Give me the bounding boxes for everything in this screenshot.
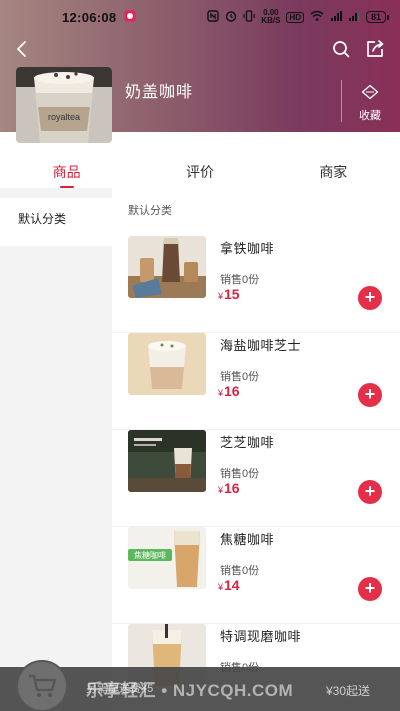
price-currency: ¥: [218, 291, 224, 301]
nfc-icon: [207, 9, 219, 25]
product-list: 默认分类 拿铁咖啡 销售0份 ¥15 + 海盐咖啡芝士 销售0份 ¥16 + 芝…: [112, 188, 400, 711]
product-image-latte: [128, 236, 206, 298]
product-price: ¥15: [218, 286, 240, 302]
add-to-cart-button[interactable]: +: [358, 480, 382, 504]
signal-icon-2: [348, 10, 360, 25]
product-sales: 销售0份: [220, 371, 260, 383]
status-left-icons: [124, 10, 136, 25]
back-icon[interactable]: [12, 38, 34, 60]
wifi-icon: [310, 10, 324, 25]
watermark: 乐享轻汇 • NJYCQH.COM: [86, 681, 294, 700]
add-to-cart-button[interactable]: +: [358, 286, 382, 310]
favorite-button[interactable]: 收藏: [350, 84, 390, 124]
status-bar: 12:06:08 0.00 KB/S HD 81: [0, 0, 400, 34]
net-speed: 0.00 KB/S: [261, 9, 280, 25]
product-item[interactable]: 芝芝咖啡 销售0份 ¥16 +: [112, 430, 400, 527]
store-logo: royaltea: [16, 67, 112, 143]
product-item[interactable]: 焦糖咖啡 焦糖咖啡 销售0份 ¥14 +: [112, 527, 400, 624]
search-icon[interactable]: [330, 38, 352, 60]
tab-products-label: 商品: [52, 164, 81, 180]
status-time: 12:06:08: [62, 9, 117, 25]
product-sales: 销售0份: [220, 565, 260, 577]
hd-badge: HD: [286, 11, 304, 23]
price-currency: ¥: [218, 582, 224, 592]
add-to-cart-button[interactable]: +: [358, 383, 382, 407]
product-image-sea-salt: [128, 333, 206, 395]
product-sales: 销售0份: [220, 468, 260, 480]
price-currency: ¥: [218, 388, 224, 398]
product-price: ¥14: [218, 577, 240, 593]
min-order-text: ¥30起送: [326, 684, 371, 698]
tab-bar: 商品 评价 商家: [0, 152, 400, 188]
status-right-icons: 0.00 KB/S HD 81: [207, 9, 390, 25]
alarm-icon: [225, 10, 237, 25]
tab-reviews-label: 评价: [185, 164, 214, 180]
product-name: 特调现磨咖啡: [220, 629, 302, 644]
category-sidebar: 默认分类: [0, 188, 112, 711]
product-name: 芝芝咖啡: [220, 435, 275, 450]
favorite-divider: [341, 80, 342, 122]
caramel-sticker-text: 焦糖咖啡: [134, 550, 166, 560]
product-name: 焦糖咖啡: [220, 532, 275, 547]
tab-merchant[interactable]: 商家: [267, 152, 400, 188]
tab-reviews[interactable]: 评价: [133, 152, 266, 188]
price-value: 16: [224, 383, 240, 399]
product-price: ¥16: [218, 383, 240, 399]
cart-icon: [27, 673, 57, 704]
cart-button[interactable]: [16, 660, 68, 711]
category-item-default[interactable]: 默认分类: [0, 198, 112, 246]
net-speed-unit: KB/S: [261, 16, 281, 25]
app-notification-icon: [124, 10, 136, 25]
tab-merchant-label: 商家: [319, 164, 348, 180]
top-nav: [0, 34, 400, 64]
product-image-cheese-coffee: [128, 430, 206, 492]
add-to-cart-button[interactable]: +: [358, 577, 382, 601]
logo-cup-text: royaltea: [48, 112, 80, 122]
signal-icon-1: [330, 10, 342, 25]
price-value: 14: [224, 577, 240, 593]
vibrate-icon: [243, 9, 255, 25]
favorite-label: 收藏: [359, 110, 381, 122]
product-item[interactable]: 海盐咖啡芝士 销售0份 ¥16 +: [112, 333, 400, 430]
share-icon[interactable]: [363, 37, 387, 61]
price-value: 16: [224, 480, 240, 496]
product-item[interactable]: 拿铁咖啡 销售0份 ¥15 +: [112, 236, 400, 333]
section-title: 默认分类: [128, 205, 172, 217]
price-value: 15: [224, 286, 240, 302]
product-name: 海盐咖啡芝士: [220, 338, 302, 353]
favorite-icon: [361, 84, 379, 104]
store-name: 奶盖咖啡: [125, 84, 194, 101]
product-image-caramel: 焦糖咖啡: [128, 527, 206, 589]
price-currency: ¥: [218, 485, 224, 495]
product-price: ¥16: [218, 480, 240, 496]
battery-indicator: 81: [365, 11, 390, 23]
tab-products[interactable]: 商品: [0, 152, 133, 188]
product-sales: 销售0份: [220, 274, 260, 286]
product-name: 拿铁咖啡: [220, 241, 275, 256]
